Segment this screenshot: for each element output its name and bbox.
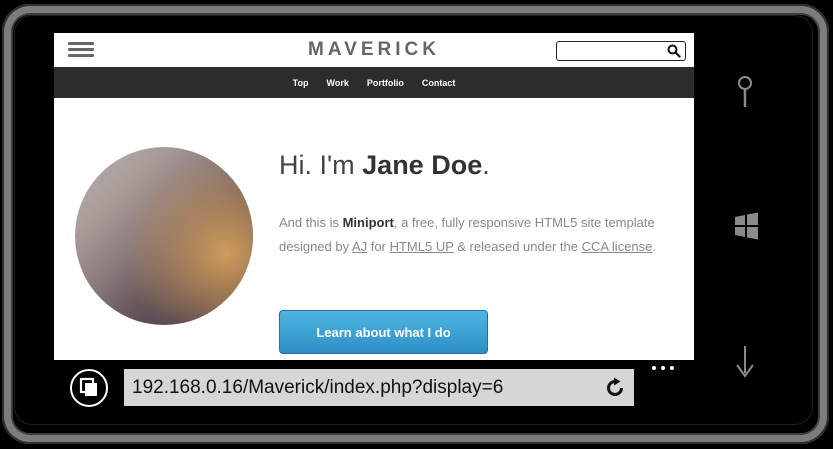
url-field[interactable]: 192.168.0.16/Maverick/index.php?display=… bbox=[124, 369, 634, 406]
intro-text: & released under the bbox=[453, 239, 582, 254]
greeting-suffix: . bbox=[482, 150, 490, 180]
browser-address-bar: 192.168.0.16/Maverick/index.php?display=… bbox=[54, 360, 694, 417]
author-link[interactable]: AJ bbox=[352, 239, 367, 254]
nav-item-work[interactable]: Work bbox=[317, 78, 357, 88]
url-text[interactable]: 192.168.0.16/Maverick/index.php?display=… bbox=[132, 377, 503, 399]
license-link[interactable]: CCA license bbox=[582, 239, 653, 254]
avatar-image bbox=[75, 147, 253, 325]
html5up-link[interactable]: HTML5 UP bbox=[390, 239, 454, 254]
more-options-icon[interactable] bbox=[652, 362, 674, 374]
intro-text: And this is bbox=[279, 215, 343, 230]
greeting-prefix: Hi. I'm bbox=[279, 150, 363, 180]
nav-item-top[interactable]: Top bbox=[284, 78, 318, 88]
tabs-button[interactable] bbox=[70, 369, 108, 407]
intro-text: . bbox=[652, 239, 657, 254]
search-field[interactable] bbox=[556, 41, 686, 61]
search-icon[interactable] bbox=[733, 74, 757, 110]
tabs-icon bbox=[79, 377, 97, 396]
nav-list: Top Work Portfolio Contact bbox=[54, 67, 694, 98]
site-nav: Top Work Portfolio Contact bbox=[54, 67, 694, 98]
search-icon[interactable] bbox=[667, 44, 681, 58]
site-header: MAVERICK bbox=[54, 33, 694, 67]
hero-heading: Hi. I'm Jane Doe. bbox=[279, 150, 490, 181]
intro-text: for bbox=[367, 239, 390, 254]
nav-item-portfolio[interactable]: Portfolio bbox=[358, 78, 413, 88]
intro-product: Miniport bbox=[342, 215, 394, 230]
search-input[interactable] bbox=[561, 43, 665, 60]
windows-start-icon[interactable] bbox=[732, 212, 760, 240]
hero-name: Jane Doe bbox=[362, 150, 483, 180]
refresh-icon[interactable] bbox=[604, 377, 626, 399]
learn-more-button[interactable]: Learn about what I do bbox=[279, 310, 488, 354]
hero-intro: And this is Miniport, a free, fully resp… bbox=[279, 211, 669, 259]
back-arrow-icon[interactable] bbox=[735, 345, 755, 379]
nav-item-contact[interactable]: Contact bbox=[413, 78, 465, 88]
